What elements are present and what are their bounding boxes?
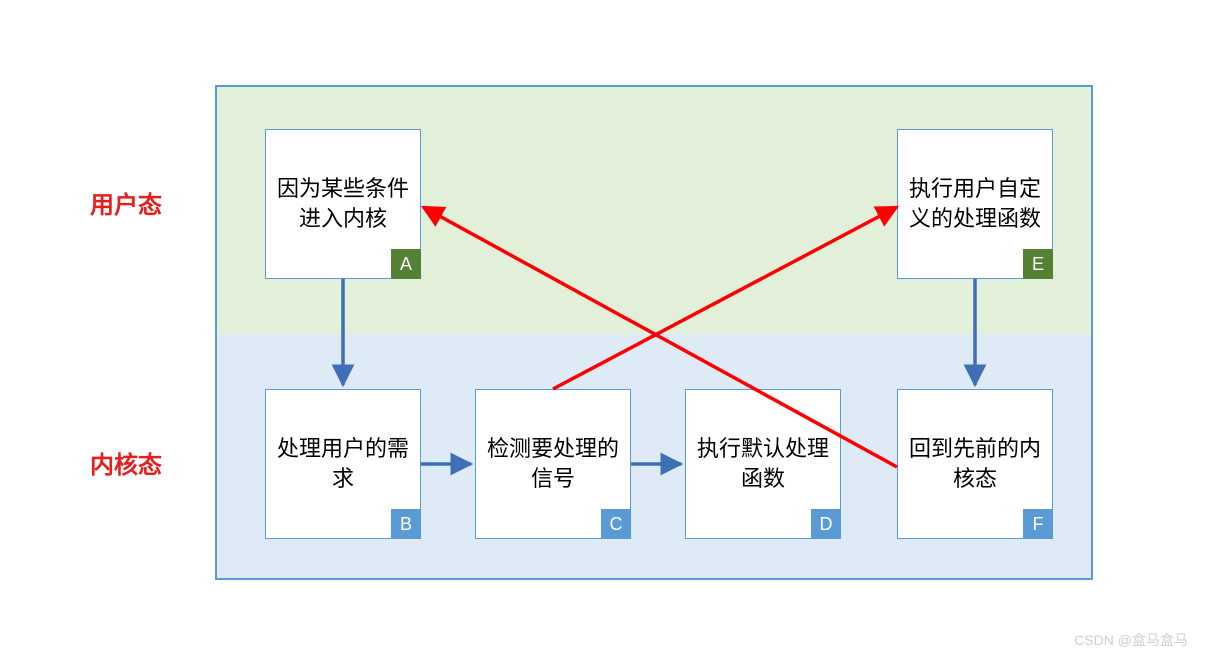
node-b-badge: B bbox=[391, 509, 421, 539]
node-b-text: 处理用户的需求 bbox=[274, 434, 412, 493]
node-f: 回到先前的内核态 F bbox=[897, 389, 1053, 539]
node-a-badge: A bbox=[391, 249, 421, 279]
node-e: 执行用户自定义的处理函数 E bbox=[897, 129, 1053, 279]
node-b: 处理用户的需求 B bbox=[265, 389, 421, 539]
node-e-text: 执行用户自定义的处理函数 bbox=[906, 174, 1044, 233]
label-user-mode: 用户态 bbox=[90, 185, 162, 220]
node-e-badge: E bbox=[1023, 249, 1053, 279]
node-d-badge: D bbox=[811, 509, 841, 539]
node-f-badge: F bbox=[1023, 509, 1053, 539]
node-c-text: 检测要处理的信号 bbox=[484, 434, 622, 493]
node-c: 检测要处理的信号 C bbox=[475, 389, 631, 539]
node-d-text: 执行默认处理函数 bbox=[694, 434, 832, 493]
diagram-frame: 因为某些条件进入内核 A 执行用户自定义的处理函数 E 处理用户的需求 B 检测… bbox=[215, 85, 1093, 580]
node-c-badge: C bbox=[601, 509, 631, 539]
node-a-text: 因为某些条件进入内核 bbox=[274, 174, 412, 233]
label-kernel-mode: 内核态 bbox=[90, 445, 162, 480]
watermark: CSDN @盒马盒马 bbox=[1074, 630, 1188, 650]
node-a: 因为某些条件进入内核 A bbox=[265, 129, 421, 279]
node-f-text: 回到先前的内核态 bbox=[906, 434, 1044, 493]
node-d: 执行默认处理函数 D bbox=[685, 389, 841, 539]
